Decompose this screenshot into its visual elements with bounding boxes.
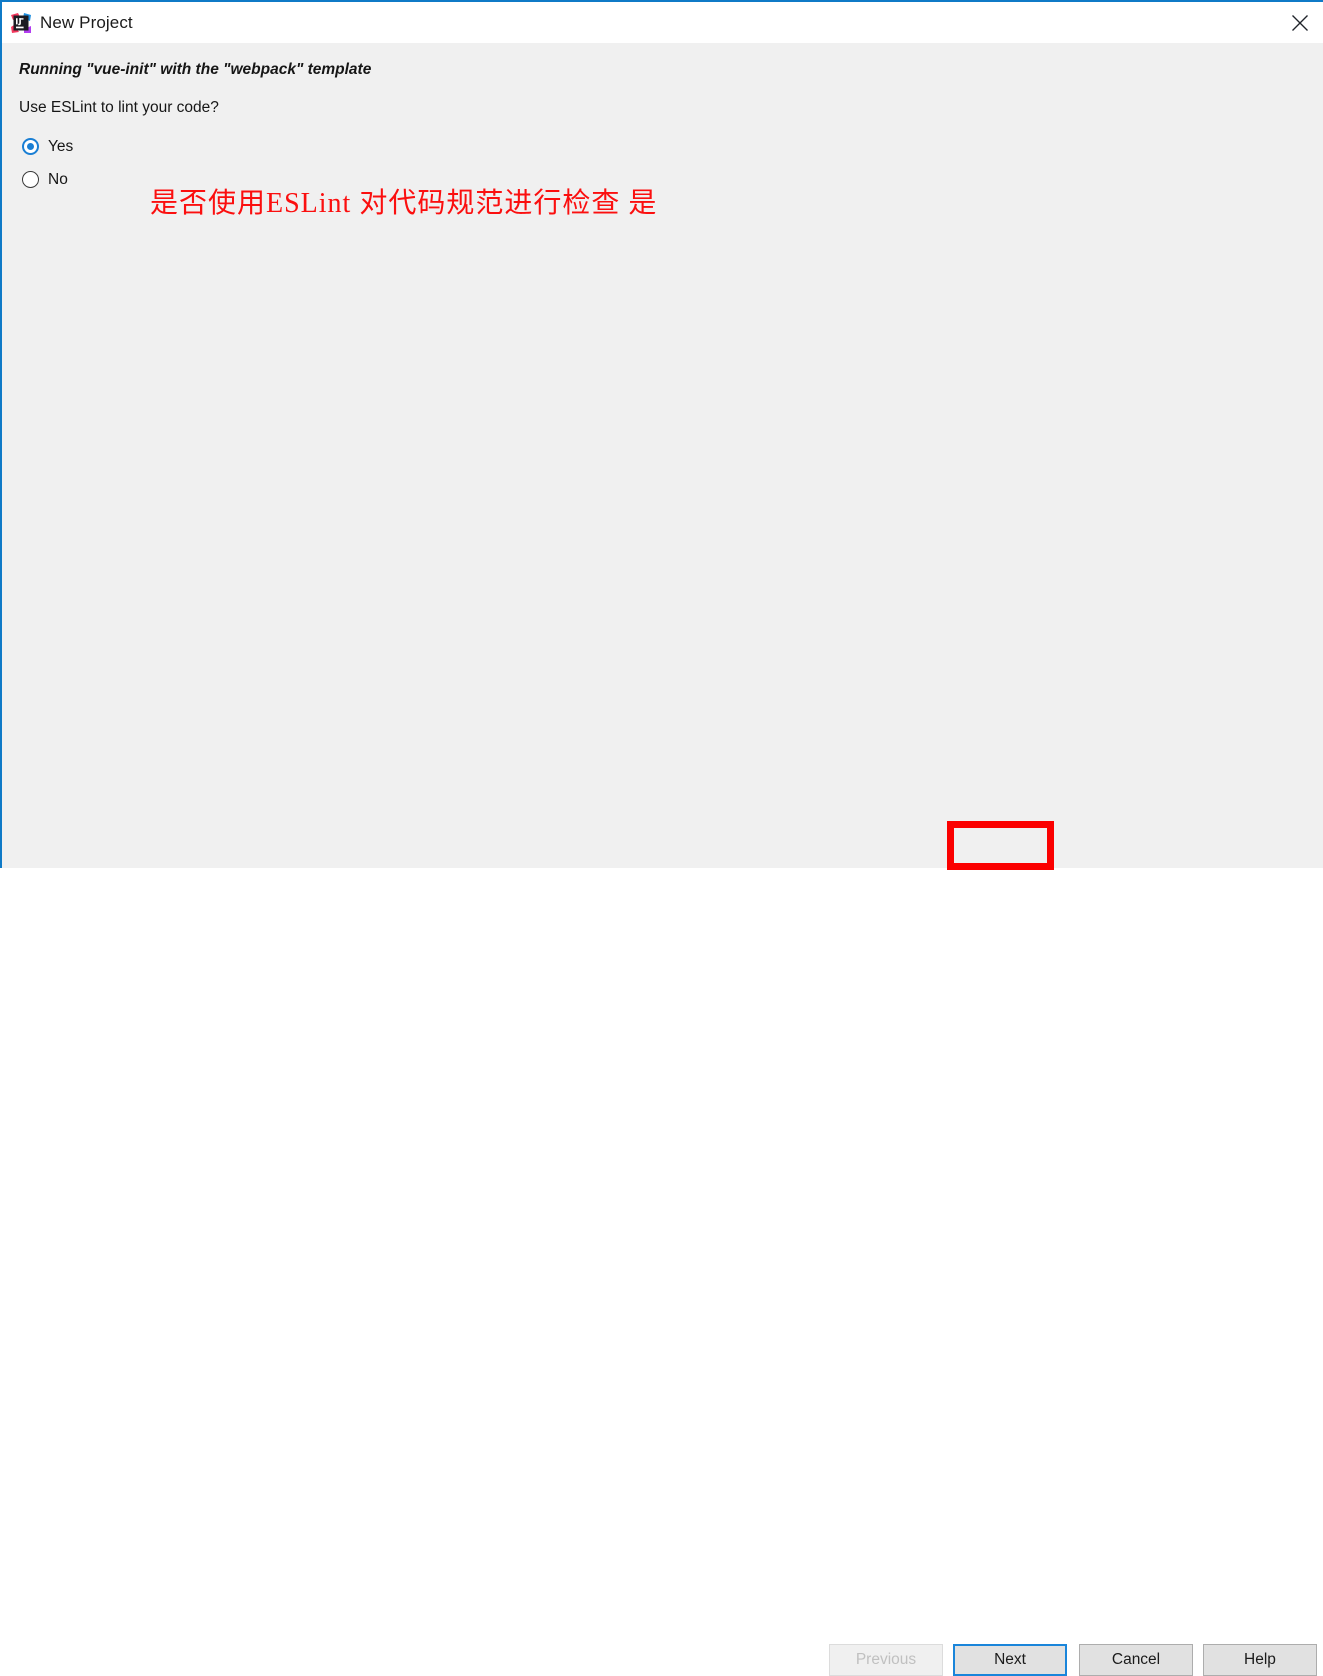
dialog-title: New Project bbox=[40, 12, 133, 32]
chinese-annotation-text: 是否使用ESLint 对代码规范进行检查 是 bbox=[150, 188, 658, 219]
dialog-content: Running "vue-init" with the "webpack" te… bbox=[2, 43, 1323, 868]
running-template-text: Running "vue-init" with the "webpack" te… bbox=[19, 61, 372, 78]
cancel-button[interactable]: Cancel bbox=[1079, 1644, 1193, 1676]
eslint-question-label: Use ESLint to lint your code? bbox=[19, 99, 219, 116]
new-project-dialog: New Project Running "vue-init" with the … bbox=[0, 0, 1323, 1676]
radio-label-no: No bbox=[48, 170, 68, 188]
dialog-button-bar: Previous Next Cancel Help bbox=[2, 808, 1323, 1676]
previous-button[interactable]: Previous bbox=[829, 1644, 943, 1676]
next-button[interactable]: Next bbox=[953, 1644, 1067, 1676]
close-icon[interactable] bbox=[1277, 2, 1323, 43]
intellij-idea-logo-icon bbox=[10, 12, 32, 34]
eslint-radio-group: Yes No bbox=[22, 130, 73, 196]
radio-option-no[interactable]: No bbox=[22, 163, 73, 196]
help-button[interactable]: Help bbox=[1203, 1644, 1317, 1676]
dialog-title-bar: New Project bbox=[2, 2, 1323, 43]
radio-selected-icon bbox=[22, 138, 39, 155]
radio-unselected-icon bbox=[22, 171, 39, 188]
radio-label-yes: Yes bbox=[48, 137, 74, 155]
radio-option-yes[interactable]: Yes bbox=[22, 130, 73, 163]
